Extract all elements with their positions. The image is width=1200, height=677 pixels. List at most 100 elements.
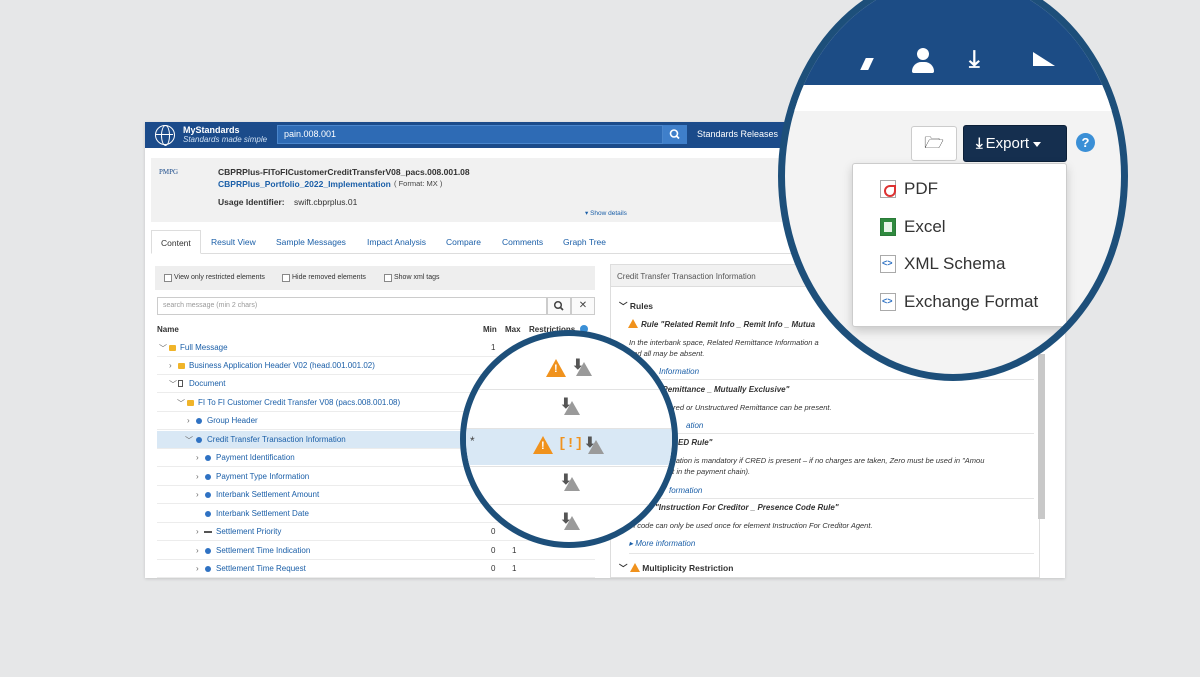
row-label: FI To FI Customer Credit Transfer V08 (p… <box>198 398 401 407</box>
download-icon: ⤓ <box>976 135 983 152</box>
tab-impact-analysis[interactable]: Impact Analysis <box>367 230 426 254</box>
chevron-right-icon[interactable]: › <box>196 564 199 573</box>
folder-open-icon: 🗁 <box>924 135 944 152</box>
portfolio-link[interactable]: CBPRPlus_Portfolio_2022_Implementation <box>218 179 391 189</box>
more-information-link[interactable]: Information <box>659 367 699 376</box>
more-information-link[interactable]: ation <box>686 421 703 430</box>
document-icon <box>178 380 183 387</box>
chevron-right-icon[interactable]: › <box>196 546 199 555</box>
chevron-right-icon[interactable]: › <box>196 490 199 499</box>
usage-identifier-value: swift.cbprplus.01 <box>294 197 358 207</box>
row-label: Credit Transfer Transaction Information <box>207 435 346 444</box>
rules-heading[interactable]: ﹀ Rules <box>619 300 653 312</box>
show-xml-tags-label: Show xml tags <box>394 274 440 281</box>
more-information-link[interactable]: ▸ More information <box>629 539 695 548</box>
user-icon[interactable] <box>911 48 935 76</box>
more-information-link[interactable]: formation <box>669 486 702 495</box>
warning-mark: ! <box>554 363 558 375</box>
export-excel-item[interactable]: Excel <box>853 208 1068 244</box>
row-min: 0 <box>491 546 496 555</box>
toolbar-spacer <box>785 85 1121 111</box>
brand-name[interactable]: MyStandards <box>183 125 240 135</box>
restriction-icon[interactable] <box>564 401 580 415</box>
multiplicity-heading[interactable]: ﹀ Multiplicity Restriction <box>619 562 733 574</box>
chevron-right-icon[interactable]: › <box>196 472 199 481</box>
export-exchange-format-item[interactable]: Exchange Format <box>853 283 1068 319</box>
error-rule-icon[interactable]: [!] <box>558 436 583 452</box>
view-restricted-checkbox[interactable] <box>164 274 172 282</box>
user-icon-body <box>912 62 934 73</box>
clear-search-button[interactable]: ✕ <box>571 297 595 315</box>
tab-compare[interactable]: Compare <box>446 230 481 254</box>
chevron-right-icon[interactable]: › <box>196 453 199 462</box>
table-row[interactable]: › Settlement Time Request 0 1 <box>157 560 595 578</box>
user-icon-head <box>917 48 929 60</box>
show-details-link[interactable]: ▾ Show details <box>585 209 627 217</box>
chevron-right-icon[interactable]: › <box>169 361 172 370</box>
divider <box>629 553 1034 554</box>
chevron-right-icon[interactable]: › <box>187 416 190 425</box>
swift-globe-icon[interactable] <box>155 125 175 146</box>
hide-removed-checkbox[interactable] <box>282 274 290 282</box>
restriction-icon[interactable] <box>564 516 580 530</box>
download-icon[interactable]: ⤓ <box>969 46 980 74</box>
rule-title: Remittance _ Mutually Exclusive" <box>662 385 790 394</box>
export-button[interactable]: ⤓ Export <box>963 125 1067 162</box>
restriction-icon[interactable] <box>564 477 580 491</box>
show-xml-tags-checkbox[interactable] <box>384 274 392 282</box>
rule-text: uctured or Unstructured Remittance can b… <box>659 403 832 412</box>
chevron-down-icon[interactable]: ﹀ <box>177 398 185 409</box>
export-magnifier: ⤓ 🗁 ⤓Export ? PDF Excel XML Schema <box>778 0 1128 381</box>
message-search-input[interactable]: search message (min 2 chars) <box>157 297 547 315</box>
search-icon <box>669 129 680 140</box>
tab-sample-messages[interactable]: Sample Messages <box>276 230 346 254</box>
global-search-button[interactable] <box>663 125 687 144</box>
row-label: Document <box>189 379 226 388</box>
choice-icon <box>204 531 212 533</box>
chevron-down-icon[interactable]: ﹀ <box>159 343 167 354</box>
chevron-down-icon[interactable]: ﹀ <box>185 435 193 446</box>
divider <box>629 433 1034 434</box>
tab-comments[interactable]: Comments <box>502 230 543 254</box>
menu-item-label: Excel <box>904 217 946 236</box>
chevron-down-icon: ﹀ <box>619 563 630 573</box>
restrictions-magnifier: * ! ⬇ ⬇ ! [!] ⬇ ⬇ ⬇ <box>460 330 678 548</box>
tab-result-view[interactable]: Result View <box>211 230 256 254</box>
hide-removed-label: Hide removed elements <box>292 274 366 281</box>
tab-content[interactable]: Content <box>151 230 201 254</box>
tab-graph-tree[interactable]: Graph Tree <box>563 230 606 254</box>
element-icon <box>205 566 211 572</box>
flag-icon[interactable] <box>1033 52 1055 66</box>
message-search-button[interactable] <box>547 297 571 315</box>
row-min: 0 <box>491 527 496 536</box>
global-search-input[interactable]: pain.008.001 <box>277 125 663 144</box>
element-icon <box>205 455 211 461</box>
row-label: Payment Identification <box>216 453 295 462</box>
chevron-right-icon[interactable]: › <box>196 527 199 536</box>
export-xml-schema-item[interactable]: XML Schema <box>853 245 1068 281</box>
export-pdf-item[interactable]: PDF <box>853 170 1068 206</box>
row-label: Full Message <box>180 343 228 352</box>
menu-item-label: XML Schema <box>904 254 1006 273</box>
warning-mark: ! <box>541 440 545 452</box>
open-folder-button[interactable]: 🗁 <box>911 126 957 161</box>
nav-standards-releases[interactable]: Standards Releases <box>697 129 778 139</box>
edit-icon[interactable] <box>860 58 874 70</box>
row-label: Interbank Settlement Amount <box>216 490 320 499</box>
brand-tagline: Standards made simple <box>183 135 268 144</box>
rule-text: h code can only be used once for element… <box>631 521 873 530</box>
restriction-icon[interactable] <box>588 440 604 454</box>
table-row[interactable]: › Settlement Time Indication 0 1 <box>157 542 595 560</box>
restriction-icon[interactable] <box>576 362 592 376</box>
excel-icon <box>880 218 896 236</box>
required-marker: * <box>470 434 475 448</box>
help-icon[interactable]: ? <box>1076 133 1095 152</box>
row-label: Payment Type Information <box>216 472 310 481</box>
folder-icon <box>187 400 194 406</box>
divider <box>466 389 672 390</box>
chevron-down-icon[interactable]: ﹀ <box>169 379 177 390</box>
pdf-icon <box>880 180 896 198</box>
element-icon <box>196 418 202 424</box>
row-label: Interbank Settlement Date <box>216 509 309 518</box>
menu-item-label: Exchange Format <box>904 292 1039 311</box>
